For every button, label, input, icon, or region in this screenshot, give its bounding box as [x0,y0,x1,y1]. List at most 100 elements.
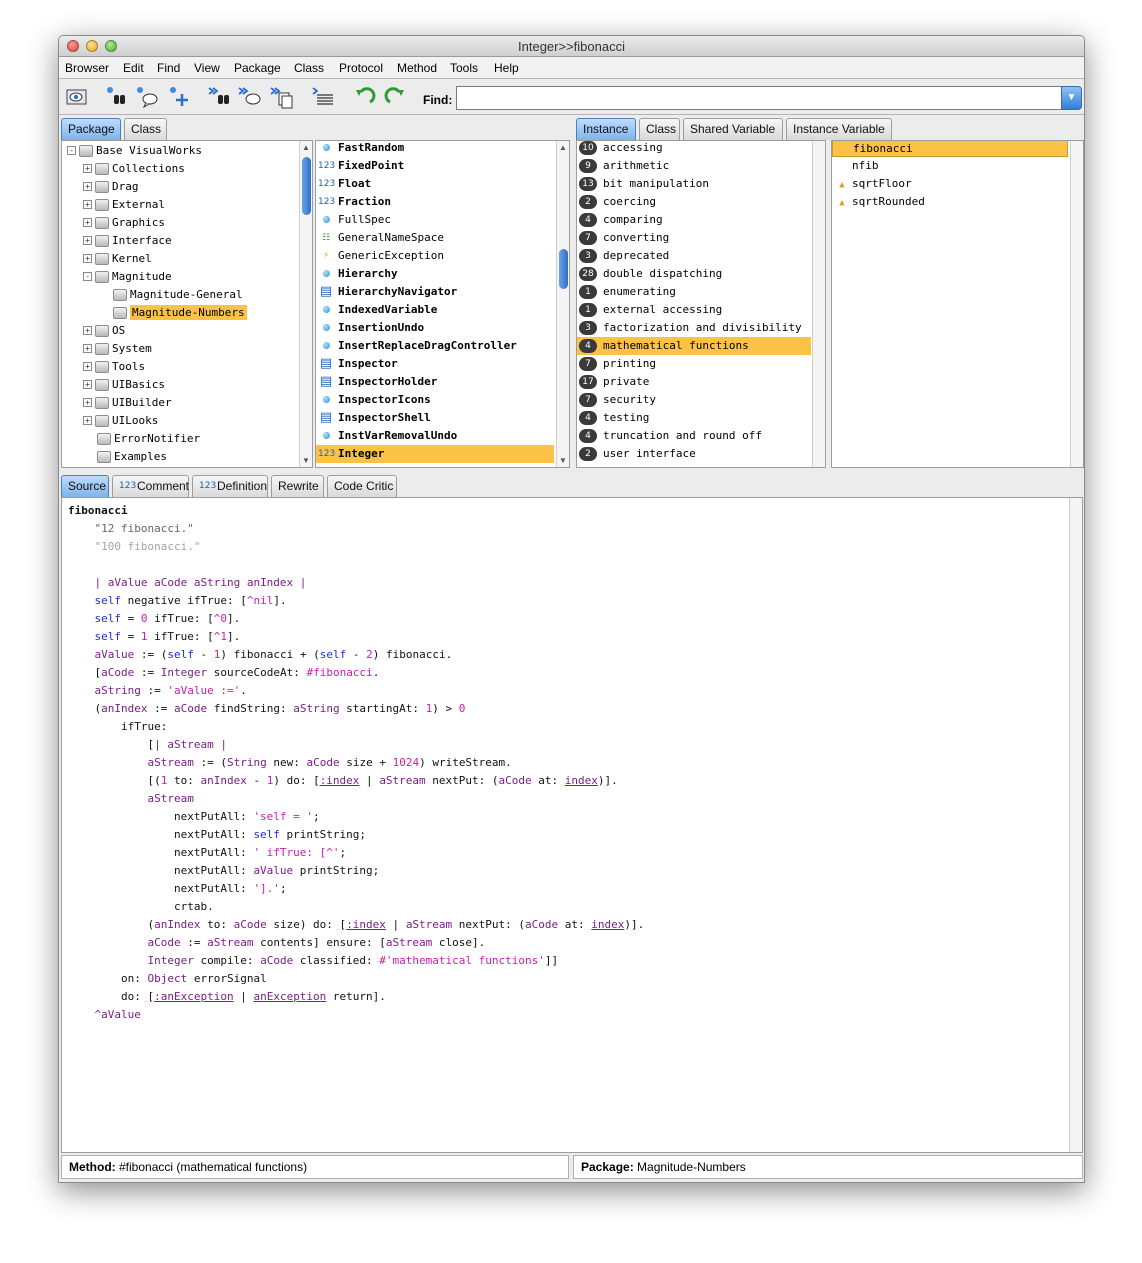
package-tree-item[interactable]: + System [62,340,152,358]
method-list-item[interactable]: ▲ sqrtRounded [832,193,1068,211]
package-tree-item[interactable]: - Magnitude [62,268,172,286]
tab-class-side[interactable]: Class [639,118,680,140]
method-list[interactable]: fibonacci nfib ▲ sqrtFloor ▲ sqrtRounded [831,140,1084,468]
package-tree-item[interactable]: + Kernel [62,250,152,268]
menu-view[interactable]: View [194,61,220,75]
class-list-item[interactable]: FullSpec [316,211,554,229]
protocol-list-item[interactable]: 9 arithmetic [577,157,811,175]
protocol-list-item[interactable]: 28 double dispatching [577,265,811,283]
expand-icon[interactable]: + [83,200,92,209]
expand-icon[interactable]: + [83,344,92,353]
tab-definition[interactable]: 123Definition [192,475,268,497]
expand-icon[interactable]: + [83,236,92,245]
protocol-list-item[interactable]: 4 testing [577,409,811,427]
class-list-item[interactable]: InspectorIcons [316,391,554,409]
package-tree-item[interactable]: + External [62,196,165,214]
format-icon[interactable] [311,85,337,109]
package-tree-item[interactable]: + Graphics [62,214,165,232]
class-list-item[interactable]: InstVarRemovalUndo [316,427,554,445]
scroll-thumb[interactable] [302,157,311,215]
package-scrollbar[interactable]: ▲ ▼ [299,141,312,467]
tab-instance-variable[interactable]: Instance Variable [786,118,892,140]
implementors-icon[interactable] [237,85,263,109]
class-list-item[interactable]: ▤ HierarchyNavigator [316,283,554,301]
editor-scrollbar[interactable] [1069,498,1082,1152]
protocol-list-item[interactable]: 4 comparing [577,211,811,229]
package-tree-item[interactable]: + Interface [62,232,172,250]
class-list-item[interactable]: 123 Integer [316,445,554,463]
class-list-item[interactable]: ▤ Inspector [316,355,554,373]
package-tree-item[interactable]: Magnitude-Numbers [62,304,247,322]
tab-instance[interactable]: Instance [576,118,636,140]
scroll-up-icon[interactable]: ▲ [302,143,310,152]
tab-shared-variable[interactable]: Shared Variable [683,118,783,140]
scroll-down-icon[interactable]: ▼ [302,456,310,465]
class-scrollbar[interactable]: ▲ ▼ [556,141,569,467]
expand-icon[interactable]: + [83,164,92,173]
find-input[interactable] [456,86,1062,110]
expand-icon[interactable]: + [83,380,92,389]
protocol-list-item[interactable]: 4 mathematical functions [577,337,811,355]
package-tree-item[interactable]: Examples [62,448,167,466]
find-dropdown-button[interactable]: ▼ [1061,86,1082,110]
class-list-item[interactable]: ⚡ GenericException [316,247,554,265]
source-editor[interactable]: fibonacci "12 fibonacci." "100 fibonacci… [61,497,1083,1153]
method-list-item[interactable]: nfib [832,157,1068,175]
menu-find[interactable]: Find [157,61,180,75]
protocol-list[interactable]: 10 accessing 9 arithmetic 13 bit manipulation… [576,140,826,468]
expand-icon[interactable]: + [83,254,92,263]
menu-class[interactable]: Class [294,61,324,75]
undo-icon[interactable] [351,85,377,109]
class-list-item[interactable]: IndexedVariable [316,301,554,319]
package-tree-item[interactable]: + OS [62,322,125,340]
protocol-list-item[interactable]: 7 security [577,391,811,409]
class-list-item[interactable]: FastRandom [316,141,554,157]
protocol-list-item[interactable]: 17 private [577,373,811,391]
menu-method[interactable]: Method [397,61,437,75]
package-tree-item[interactable]: + Tools [62,358,145,376]
class-list-item[interactable]: 123 FixedPoint [316,157,554,175]
package-tree-item[interactable]: + Drag [62,178,139,196]
method-list-item[interactable]: ▲ sqrtFloor [832,175,1068,193]
protocol-list-item[interactable]: 7 printing [577,355,811,373]
browser-icon[interactable] [64,85,90,109]
package-tree-item[interactable]: Magnitude-General [62,286,243,304]
protocol-list-item[interactable]: 3 deprecated [577,247,811,265]
collapse-icon[interactable]: - [67,146,76,155]
binoculars-icon[interactable] [105,85,131,109]
tab-package[interactable]: Package [61,118,121,140]
protocol-list-item[interactable]: 3 factorization and divisibility [577,319,811,337]
package-tree-item[interactable]: ErrorNotifier [62,430,200,448]
protocol-list-item[interactable]: 13 bit manipulation [577,175,811,193]
add-icon[interactable] [167,85,193,109]
find-references-icon[interactable] [207,85,233,109]
protocol-list-item[interactable]: 2 user interface [577,445,811,463]
senders-icon[interactable] [135,85,161,109]
tab-code-critic[interactable]: Code Critic [327,475,397,497]
tab-rewrite[interactable]: Rewrite [271,475,324,497]
expand-icon[interactable]: + [83,326,92,335]
method-list-item[interactable]: fibonacci [832,141,1068,157]
menu-package[interactable]: Package [234,61,281,75]
collapse-icon[interactable]: - [83,272,92,281]
expand-icon[interactable]: + [83,362,92,371]
menu-tools[interactable]: Tools [450,61,478,75]
scroll-thumb[interactable] [559,249,568,289]
redo-icon[interactable] [383,85,409,109]
scroll-up-icon[interactable]: ▲ [559,143,567,152]
menu-help[interactable]: Help [494,61,519,75]
menu-browser[interactable]: Browser [65,61,109,75]
expand-icon[interactable]: + [83,416,92,425]
class-list-item[interactable]: 123 Fraction [316,193,554,211]
class-list-item[interactable]: ☷ GeneralNameSpace [316,229,554,247]
menu-edit[interactable]: Edit [123,61,144,75]
protocol-list-item[interactable]: 2 coercing [577,193,811,211]
protocol-list-item[interactable]: 1 external accessing [577,301,811,319]
protocol-scrollbar[interactable] [812,141,825,467]
class-list-item[interactable]: ▤ InspectorShell [316,409,554,427]
package-tree-item[interactable]: + UILooks [62,412,158,430]
class-list[interactable]: FastRandom 123 FixedPoint 123 Float 123 Fracti… [315,140,570,468]
package-tree-item[interactable]: + Collections [62,160,185,178]
menu-protocol[interactable]: Protocol [339,61,383,75]
class-list-item[interactable]: Hierarchy [316,265,554,283]
